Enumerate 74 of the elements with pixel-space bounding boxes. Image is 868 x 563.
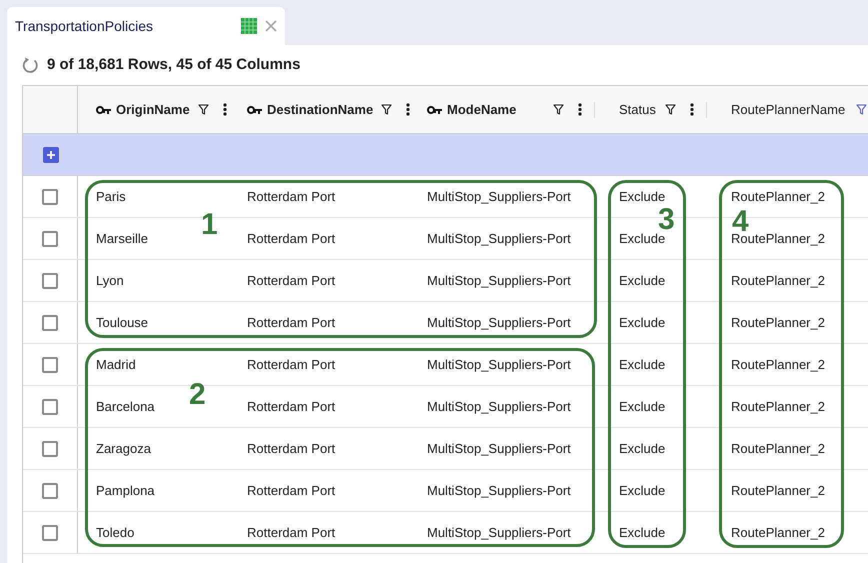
table-cell-text: Exclude <box>619 356 666 374</box>
table-cell-text: Barcelona <box>96 398 155 416</box>
table-cell-text: Exclude <box>619 440 666 458</box>
table-cell-text: Exclude <box>619 314 666 332</box>
table-cell-text: RoutePlanner_2 <box>731 440 825 458</box>
row-checkbox[interactable] <box>42 398 58 414</box>
row-checkbox[interactable] <box>42 188 58 204</box>
table-cell-text: Rotterdam Port <box>247 272 336 290</box>
table-cell-text: MultiStop_Suppliers-Port <box>427 272 571 290</box>
table-cell-text: Exclude <box>619 398 666 416</box>
table-cell-text: MultiStop_Suppliers-Port <box>427 440 571 458</box>
add-row-icon[interactable] <box>43 146 59 162</box>
more-options-icon[interactable] <box>406 103 410 116</box>
table-cell-text: Pamplona <box>96 482 155 500</box>
filter-icon[interactable] <box>665 104 676 115</box>
table-cell-text: Marseille <box>96 230 148 248</box>
table-cell-text: Rotterdam Port <box>247 230 336 248</box>
column-header[interactable]: Status <box>619 100 656 120</box>
table-cell-text: Paris <box>96 188 126 206</box>
table-cell-text: MultiStop_Suppliers-Port <box>427 524 571 542</box>
table-cell-text: RoutePlanner_2 <box>731 398 825 416</box>
annotation-number: 2 <box>189 380 206 410</box>
table-cell-text: MultiStop_Suppliers-Port <box>427 398 571 416</box>
column-header[interactable]: OriginName <box>116 100 190 120</box>
annotation-number: 1 <box>201 210 218 240</box>
document-tab[interactable]: TransportationPolicies <box>7 7 285 45</box>
table-cell-text: MultiStop_Suppliers-Port <box>427 356 571 374</box>
table-cell-text: MultiStop_Suppliers-Port <box>427 482 571 500</box>
row-checkbox[interactable] <box>42 356 58 372</box>
grid-icon <box>241 18 257 34</box>
row-checkbox[interactable] <box>42 272 58 288</box>
table-cell-text: Rotterdam Port <box>247 314 336 332</box>
table-cell-text: Rotterdam Port <box>247 482 336 500</box>
filter-icon[interactable] <box>381 104 392 115</box>
table-cell-text: Rotterdam Port <box>247 524 336 542</box>
table-cell-text: RoutePlanner_2 <box>731 188 825 206</box>
table-cell-text: RoutePlanner_2 <box>731 482 825 500</box>
column-header[interactable]: RoutePlannerName <box>731 100 846 120</box>
table-cell-text: RoutePlanner_2 <box>731 524 825 542</box>
table-cell-text: Exclude <box>619 482 666 500</box>
close-icon[interactable] <box>265 20 277 32</box>
row-checkbox[interactable] <box>42 440 58 456</box>
table-cell-text: RoutePlanner_2 <box>731 272 825 290</box>
table-cell-text: MultiStop_Suppliers-Port <box>427 314 571 332</box>
tab-title: TransportationPolicies <box>15 16 154 36</box>
table-cell-text: Lyon <box>96 272 124 290</box>
table-cell-text: Exclude <box>619 272 666 290</box>
table-cell-text: RoutePlanner_2 <box>731 356 825 374</box>
filter-icon[interactable] <box>198 104 209 115</box>
table-cell-text: Rotterdam Port <box>247 356 336 374</box>
table-cell-text: MultiStop_Suppliers-Port <box>427 230 571 248</box>
table-cell-text: Toledo <box>96 524 134 542</box>
filter-icon[interactable] <box>553 104 564 115</box>
column-header[interactable]: DestinationName <box>267 100 374 120</box>
table-cell-text: MultiStop_Suppliers-Port <box>427 188 571 206</box>
column-header[interactable]: ModeName <box>447 100 516 120</box>
refresh-icon[interactable] <box>22 56 39 74</box>
more-options-icon[interactable] <box>690 103 694 116</box>
row-checkbox[interactable] <box>42 524 58 540</box>
more-options-icon[interactable] <box>222 103 227 116</box>
table-cell-text: Toulouse <box>96 314 148 332</box>
table-cell-text: Exclude <box>619 188 666 206</box>
row-checkbox[interactable] <box>42 314 58 330</box>
table-cell-text: Madrid <box>96 356 136 374</box>
table-cell-text: Rotterdam Port <box>247 188 336 206</box>
table-cell-text: Exclude <box>619 524 666 542</box>
table-cell-text: Rotterdam Port <box>247 440 336 458</box>
row-checkbox[interactable] <box>42 482 58 498</box>
table-cell-text: Zaragoza <box>96 440 151 458</box>
row-count-status: 9 of 18,681 Rows, 45 of 45 Columns <box>47 54 300 75</box>
table-cell-text: Rotterdam Port <box>247 398 336 416</box>
table-cell-text: RoutePlanner_2 <box>731 314 825 332</box>
more-options-icon[interactable] <box>578 103 582 116</box>
row-checkbox[interactable] <box>42 230 58 246</box>
